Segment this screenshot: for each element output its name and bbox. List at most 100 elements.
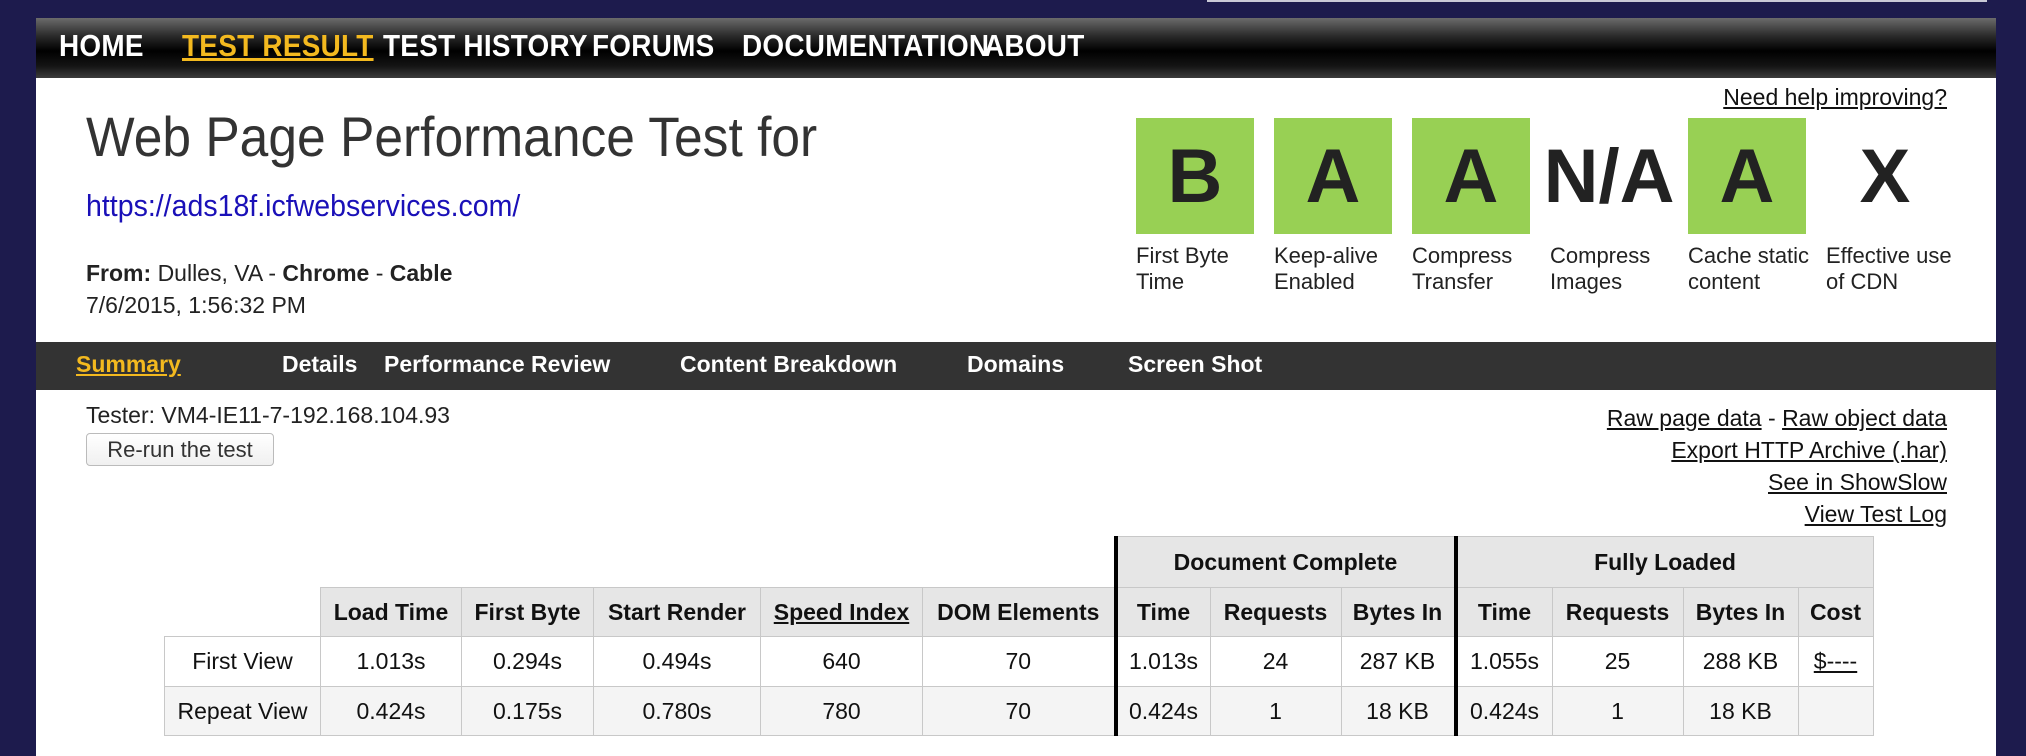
col-doc-bytes-in: Bytes In (1340, 587, 1456, 637)
browser-name: Chrome (282, 260, 370, 286)
col-full-time: Time (1453, 587, 1553, 637)
grade-label: Compress Transfer (1412, 243, 1513, 294)
tab-domains[interactable]: Domains (967, 351, 1064, 378)
export-har-link[interactable]: Export HTTP Archive (.har) (1671, 437, 1947, 463)
cell-speed-index: 640 (760, 636, 923, 687)
grade-label: First Byte Time (1136, 243, 1229, 294)
cell-full-bytes-in: 288 KB (1682, 636, 1799, 687)
grade-cache-static[interactable]: A Cache static content (1688, 118, 1809, 294)
row-label: First View (164, 636, 321, 687)
grade-label: Compress Images (1550, 243, 1651, 294)
cell-first-byte: 0.175s (461, 686, 594, 736)
cell-dom-elements: 70 (922, 686, 1116, 736)
results-table: Document Complete Fully Loaded Load Time… (164, 536, 1874, 736)
col-speed-index[interactable]: Speed Index (760, 587, 923, 637)
test-location: From: Dulles, VA - Chrome - Cable (86, 260, 452, 287)
nav-home[interactable]: HOME (59, 28, 144, 64)
row-label: Repeat View (164, 686, 321, 736)
grade-badge: A (1412, 118, 1530, 234)
cell-start-render: 0.780s (593, 686, 761, 736)
page-title: Web Page Performance Test for (86, 105, 818, 168)
raw-page-data-link[interactable]: Raw page data (1607, 405, 1762, 431)
nav-documentation[interactable]: DOCUMENTATION (742, 28, 989, 64)
raw-object-data-link[interactable]: Raw object data (1782, 405, 1947, 431)
result-subnavigation: Summary Details Performance Review Conte… (36, 342, 1996, 390)
cell-full-requests: 25 (1551, 636, 1684, 687)
speed-index-link[interactable]: Speed Index (774, 599, 909, 625)
cost-link[interactable]: $---- (1814, 648, 1857, 674)
grade-first-byte[interactable]: B First Byte Time (1136, 118, 1254, 294)
grade-label: Keep-alive Enabled (1274, 243, 1378, 294)
col-doc-time: Time (1113, 587, 1211, 637)
tab-screen-shot[interactable]: Screen Shot (1128, 351, 1262, 378)
col-full-requests: Requests (1551, 587, 1684, 637)
document-complete-header: Document Complete (1113, 536, 1456, 588)
raw-data-links-line: Raw page data - Raw object data (1607, 402, 1947, 434)
from-label: From: (86, 260, 152, 286)
tab-content-breakdown[interactable]: Content Breakdown (680, 351, 897, 378)
col-cost: Cost (1797, 587, 1874, 637)
cell-load-time: 1.013s (320, 636, 462, 687)
nav-forums[interactable]: FORUMS (592, 28, 715, 64)
fully-loaded-header: Fully Loaded (1453, 536, 1874, 588)
cell-full-requests: 1 (1551, 686, 1684, 736)
from-separator-1: - (268, 260, 277, 286)
table-row: First View 1.013s 0.294s 0.494s 640 70 1… (164, 636, 1874, 687)
cell-full-bytes-in: 18 KB (1682, 686, 1799, 736)
cell-speed-index: 780 (760, 686, 923, 736)
need-help-link[interactable]: Need help improving? (1723, 84, 1947, 111)
col-full-bytes-in: Bytes In (1682, 587, 1799, 637)
tester-info: Tester: VM4-IE11-7-192.168.104.93 (86, 402, 450, 428)
grade-compress-transfer[interactable]: A Compress Transfer (1412, 118, 1530, 294)
view-test-log-link[interactable]: View Test Log (1805, 501, 1947, 527)
grade-compress-images[interactable]: N/A Compress Images (1543, 118, 1675, 295)
grade-badge: A (1274, 118, 1392, 234)
cell-doc-bytes-in: 287 KB (1340, 636, 1456, 687)
test-date: 7/6/2015, 1:56:32 PM (86, 292, 306, 318)
links-separator: - (1768, 405, 1776, 431)
rerun-test-button[interactable]: Re-run the test (86, 433, 274, 466)
grade-cdn[interactable]: X Effective use of CDN (1826, 118, 1952, 295)
table-row: Repeat View 0.424s 0.175s 0.780s 780 70 … (164, 686, 1874, 736)
data-links: Raw page data - Raw object data Export H… (1607, 402, 1947, 530)
tested-url-link[interactable]: https://ads18f.icfwebservices.com/ (86, 188, 520, 224)
cell-cost (1797, 686, 1874, 736)
col-dom-elements: DOM Elements (922, 587, 1116, 637)
grade-keep-alive[interactable]: A Keep-alive Enabled (1274, 118, 1392, 294)
cell-cost: $---- (1797, 636, 1874, 687)
cell-dom-elements: 70 (922, 636, 1116, 687)
grade-label: Cache static content (1688, 243, 1810, 294)
cell-doc-requests: 24 (1209, 636, 1342, 687)
cell-full-time: 0.424s (1453, 686, 1553, 736)
cell-doc-time: 0.424s (1113, 686, 1211, 736)
top-border-line (1207, 0, 1987, 2)
nav-test-result[interactable]: TEST RESULT (182, 28, 374, 64)
grade-badge: B (1136, 118, 1254, 234)
page-container: HOME TEST RESULT TEST HISTORY FORUMS DOC… (36, 18, 1996, 756)
cell-doc-requests: 1 (1209, 686, 1342, 736)
from-location: Dulles, VA (157, 260, 262, 286)
col-load-time: Load Time (320, 587, 462, 637)
cell-doc-time: 1.013s (1113, 636, 1211, 687)
nav-test-history[interactable]: TEST HISTORY (383, 28, 588, 64)
col-doc-requests: Requests (1209, 587, 1342, 637)
grade-label: Effective use of CDN (1826, 243, 1952, 294)
grade-badge: X (1859, 133, 1911, 219)
cell-doc-bytes-in: 18 KB (1340, 686, 1456, 736)
col-first-byte: First Byte (461, 587, 594, 637)
cell-full-time: 1.055s (1453, 636, 1553, 687)
grade-badge: A (1688, 118, 1806, 234)
cell-start-render: 0.494s (593, 636, 761, 687)
grade-badge: N/A (1543, 133, 1675, 219)
tab-performance-review[interactable]: Performance Review (384, 351, 610, 378)
from-separator-2: - (375, 260, 384, 286)
showslow-link[interactable]: See in ShowSlow (1768, 469, 1947, 495)
tab-summary[interactable]: Summary (76, 351, 181, 378)
connection-type: Cable (389, 260, 453, 286)
cell-load-time: 0.424s (320, 686, 462, 736)
cell-first-byte: 0.294s (461, 636, 594, 687)
tab-details[interactable]: Details (282, 351, 357, 378)
top-navigation: HOME TEST RESULT TEST HISTORY FORUMS DOC… (36, 18, 1996, 78)
nav-about[interactable]: ABOUT (984, 28, 1085, 64)
col-start-render: Start Render (593, 587, 761, 637)
